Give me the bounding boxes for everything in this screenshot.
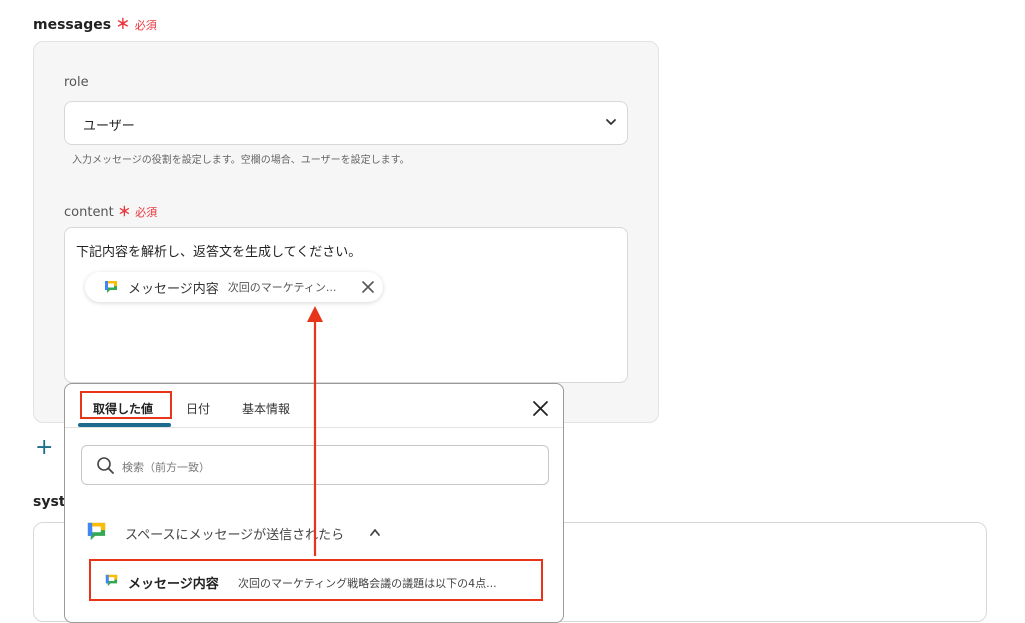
content-label: content ＊ 必須 (64, 201, 157, 220)
content-textarea[interactable]: 下記内容を解析し、返答文を生成してください。 メッセージ内容 次回のマーケティン… (64, 227, 628, 383)
messages-label-text: messages (33, 17, 112, 33)
close-icon[interactable] (361, 280, 375, 294)
content-label-text: content (64, 205, 114, 220)
required-asterisk: ＊ (115, 17, 130, 33)
annotation-arrow (307, 306, 323, 556)
add-message-button[interactable]: + (35, 437, 53, 459)
trigger-section-header[interactable]: スペースにメッセージが送信されたら (85, 520, 425, 546)
variable-chip[interactable]: メッセージ内容 次回のマーケティン... (85, 272, 383, 302)
tab-retrieved-values[interactable]: 取得した値 (93, 400, 153, 417)
result-name: メッセージ内容 (128, 577, 219, 592)
tab-date[interactable]: 日付 (186, 400, 210, 417)
role-label: role (64, 75, 89, 90)
messages-label: messages ＊ 必須 (33, 14, 157, 34)
close-icon[interactable] (532, 400, 549, 417)
chip-value: 次回のマーケティン... (227, 281, 337, 294)
required-text: 必須 (135, 206, 158, 219)
tab-basic-info[interactable]: 基本情報 (242, 400, 290, 417)
google-chat-icon (87, 522, 106, 541)
role-hint: 入力メッセージの役割を設定します。空欄の場合、ユーザーを設定します。 (72, 155, 410, 166)
result-item-message-content[interactable]: メッセージ内容 次回のマーケティング戦略会議の議題は以下の4点... (89, 559, 543, 601)
role-select[interactable]: ユーザー (64, 101, 628, 145)
result-value: 次回のマーケティング戦略会議の議題は以下の4点... (238, 577, 497, 590)
google-chat-icon (105, 281, 117, 293)
chevron-down-icon (606, 119, 616, 125)
required-text: 必須 (134, 19, 157, 32)
google-chat-icon (105, 574, 118, 587)
system-label: syst (33, 494, 66, 510)
chip-name: メッセージ内容 (128, 281, 219, 297)
role-select-value: ユーザー (83, 119, 135, 134)
content-text: 下記内容を解析し、返答文を生成してください。 (76, 245, 362, 260)
required-asterisk: ＊ (117, 205, 131, 220)
search-placeholder: 検索（前方一致） (122, 461, 210, 474)
chevron-up-icon (370, 529, 380, 536)
search-icon (97, 457, 114, 474)
